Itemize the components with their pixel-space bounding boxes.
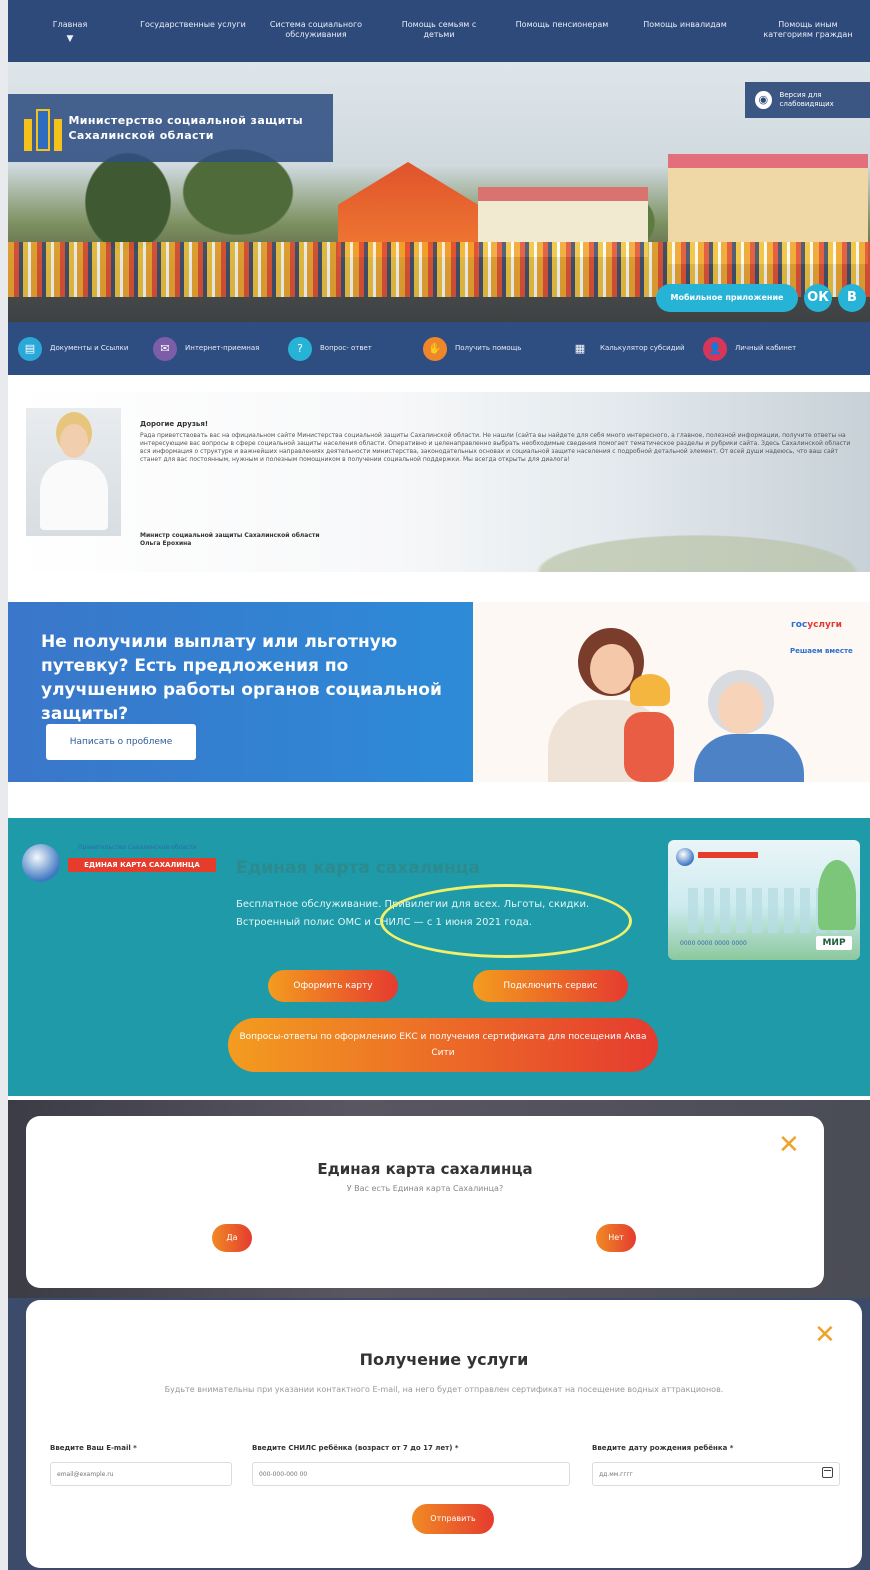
modal-backdrop: ✕ Единая карта сахалинца У Вас есть Един… [8, 1100, 870, 1298]
nav-item-disabled[interactable]: Помощь инвалидам [631, 20, 739, 62]
calculator-icon: ▦ [568, 336, 592, 361]
close-icon[interactable]: ✕ [814, 1322, 836, 1348]
eye-icon: ◉ [755, 91, 772, 109]
email-field[interactable] [50, 1462, 232, 1486]
vk-icon[interactable]: В [838, 284, 866, 312]
submit-button[interactable]: Отправить [412, 1504, 494, 1534]
site-header: Главная ▼ Государственные услуги Система… [8, 0, 870, 375]
nav-item-social-system[interactable]: Система социального обслуживания [262, 20, 370, 62]
email-label: Введите Ваш E-mail * [50, 1444, 137, 1452]
quick-link-label: Получить помощь [455, 344, 522, 352]
quick-link-label: Калькулятор субсидий [600, 344, 685, 352]
landscape-image [438, 487, 870, 572]
faq-certificate-button[interactable]: Вопросы-ответы по оформлению ЕКС и получ… [228, 1018, 658, 1072]
mobile-app-button[interactable]: Мобильное приложение [656, 284, 798, 312]
main-nav: Главная ▼ Государственные услуги Система… [8, 0, 870, 62]
quick-link-label: Вопрос- ответ [320, 344, 372, 352]
greeting-signature: Министр социальной защиты Сахалинской об… [140, 532, 320, 548]
card-image: 0000 0000 0000 0000 МИР [668, 840, 860, 960]
question-icon: ? [288, 336, 312, 361]
minister-photo [26, 408, 121, 536]
modal-title: Получение услуги [359, 1350, 529, 1369]
quick-link-label: Документы и Ссылки [50, 344, 129, 352]
mir-logo: МИР [816, 936, 852, 950]
nav-item-home[interactable]: Главная ▼ [16, 20, 124, 62]
calendar-icon[interactable] [822, 1467, 833, 1478]
modal-backdrop: ✕ Получение услуги Будьте внимательны пр… [8, 1298, 870, 1570]
gosuslugi-logo[interactable]: госуслуги [791, 620, 842, 630]
globe-icon [676, 848, 694, 866]
quick-link-label: Личный кабинет [735, 344, 797, 352]
nav-item-gov-services[interactable]: Государственные услуги [139, 20, 247, 62]
quick-link-calculator[interactable]: ▦ Калькулятор субсидий [568, 336, 703, 361]
page-edge [0, 0, 8, 1570]
service-request-modal: ✕ Получение услуги Будьте внимательны пр… [26, 1300, 862, 1568]
signature-position: Министр социальной защиты Сахалинской об… [140, 532, 320, 539]
highlight-ellipse [380, 884, 632, 958]
snils-field[interactable] [252, 1462, 570, 1486]
quick-link-reception[interactable]: ✉ Интернет-приемная [153, 336, 288, 361]
card-title: Единая карта сахалинца [236, 858, 480, 878]
card-program-badge: ЕДИНАЯ КАРТА САХАЛИНЦА [68, 858, 216, 872]
complaint-headline: Не получили выплату или льготную путевку… [41, 632, 442, 724]
document-icon: ▤ [18, 336, 42, 361]
modal-title: Единая карта сахалинца [317, 1160, 533, 1178]
caret-down-icon: ▼ [66, 34, 74, 44]
no-button[interactable]: Нет [596, 1224, 636, 1252]
minister-greeting: Дорогие друзья! Рада приветствовать вас … [8, 392, 870, 572]
birthdate-field[interactable] [592, 1462, 840, 1486]
odnoklassniki-icon[interactable]: ОК [804, 284, 832, 312]
nav-item-families[interactable]: Помощь семьям с детьми [385, 20, 493, 62]
quick-link-faq[interactable]: ? Вопрос- ответ [288, 336, 423, 361]
greeting-text: Рада приветствовать вас на официальном с… [140, 432, 851, 463]
help-icon: ✋ [423, 336, 447, 361]
emblem-icon [20, 105, 62, 151]
write-problem-button[interactable]: Написать о проблеме [46, 724, 196, 760]
modal-question: У Вас есть Единая карта Сахалинца? [346, 1184, 504, 1193]
quick-link-account[interactable]: 👤 Личный кабинет [703, 336, 833, 361]
quick-link-help[interactable]: ✋ Получить помощь [423, 336, 568, 361]
close-icon[interactable]: ✕ [778, 1132, 800, 1158]
ministry-logo[interactable]: Министерство социальной защиты Сахалинск… [8, 94, 333, 162]
snils-label: Введите СНИЛС ребёнка (возраст от 7 до 1… [252, 1444, 459, 1452]
logo-text: Министерство социальной защиты Сахалинск… [68, 114, 303, 142]
greeting-title: Дорогие друзья! [140, 420, 209, 428]
user-icon: 👤 [703, 336, 727, 361]
card-question-modal: ✕ Единая карта сахалинца У Вас есть Един… [26, 1116, 824, 1288]
card-program-label: Правительство Сахалинской области [78, 844, 197, 851]
connect-service-button[interactable]: Подключить сервис [473, 970, 628, 1002]
unified-card-section: Правительство Сахалинской области ЕДИНАЯ… [8, 818, 870, 1096]
order-card-button[interactable]: Оформить карту [268, 970, 398, 1002]
quick-link-label: Интернет-приемная [185, 344, 260, 352]
hero-banner: Министерство социальной защиты Сахалинск… [8, 62, 870, 322]
globe-icon [22, 844, 60, 882]
nav-item-label: Главная [52, 20, 88, 29]
nav-item-other[interactable]: Помощь иным категориям граждан [754, 20, 862, 62]
nav-item-pensioners[interactable]: Помощь пенсионерам [508, 20, 616, 62]
accessibility-label: Версия для слабовидящих [779, 91, 834, 108]
modal-note: Будьте внимательны при указании контактн… [164, 1385, 724, 1394]
quick-link-documents[interactable]: ▤ Документы и Ссылки [18, 336, 153, 361]
family-illustration [538, 622, 808, 782]
complaint-banner: Не получили выплату или льготную путевку… [8, 602, 870, 782]
chat-icon: ✉ [153, 336, 177, 361]
card-number: 0000 0000 0000 0000 [680, 940, 747, 947]
accessibility-button[interactable]: ◉ Версия для слабовидящих [745, 82, 870, 118]
quick-links-bar: ▤ Документы и Ссылки ✉ Интернет-приемная… [8, 322, 870, 375]
gosuslugi-subtitle: Решаем вместе [790, 647, 853, 655]
signature-name: Ольга Ерохина [140, 540, 192, 547]
birthdate-label: Введите дату рождения ребёнка * [592, 1444, 734, 1452]
yes-button[interactable]: Да [212, 1224, 252, 1252]
